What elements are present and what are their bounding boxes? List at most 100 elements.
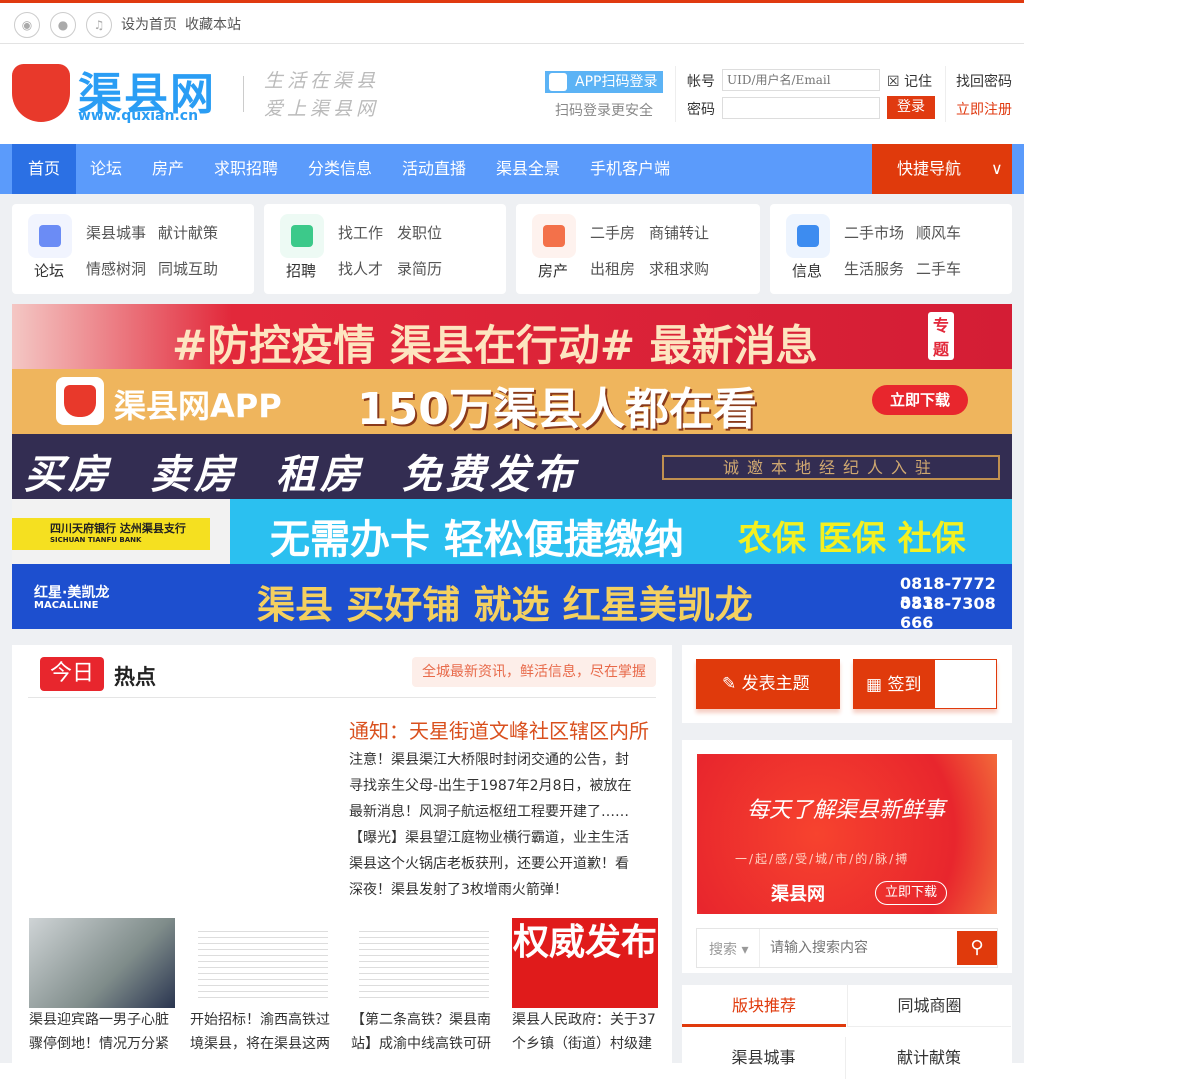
app-ad[interactable]: 每天了解渠县新鲜事 一/起/感/受/城/市/的/脉/搏 渠县网 立即下载 — [697, 754, 997, 914]
action-panel: ✎ 发表主题 ▦ 签到 — [682, 645, 1012, 723]
bank-name-en: SICHUAN TIANFU BANK — [50, 536, 142, 544]
category-icon[interactable] — [28, 214, 72, 258]
news-thumbnail[interactable] — [351, 918, 497, 1008]
bank-logo-area: 四川天府银行 达州渠县支行 SICHUAN TIANFU BANK — [12, 499, 230, 564]
search-input[interactable] — [759, 929, 955, 967]
tab-city-business[interactable]: 同城商圈 — [847, 985, 1011, 1027]
nav-mobile[interactable]: 手机客户端 — [590, 144, 670, 194]
category-icon[interactable] — [280, 214, 324, 258]
wechat-icon[interactable]: ● — [50, 12, 76, 38]
card-link[interactable]: 出租房 — [590, 258, 635, 279]
nav-jobs[interactable]: 求职招聘 — [214, 144, 278, 194]
thumbnail-caption[interactable]: 【第二条高铁？渠县南站】成渝中线高铁可研 — [351, 1008, 501, 1056]
slogan-line-1: 生活在渠县 — [264, 70, 380, 92]
nav-property[interactable]: 房产 — [152, 144, 184, 194]
download-button[interactable]: 立即下载 — [872, 385, 968, 415]
news-thumbnail[interactable] — [190, 918, 336, 1008]
nav-panorama[interactable]: 渠县全景 — [496, 144, 560, 194]
thumbnail-caption[interactable]: 开始招标！渝西高铁过境渠县，将在渠县这两 — [190, 1008, 340, 1056]
banner-app-name: 渠县网APP — [114, 387, 282, 425]
nav-classifieds[interactable]: 分类信息 — [308, 144, 372, 194]
card-label[interactable]: 房产 — [538, 260, 568, 281]
nav-home[interactable]: 首页 — [12, 144, 77, 194]
news-item[interactable]: 寻找亲生父母-出生于1987年2月8日，被放在 — [349, 773, 639, 799]
hot-tagline: 全城最新资讯，鲜活信息，尽在掌握 — [412, 657, 656, 687]
weibo-icon[interactable]: ◉ — [14, 12, 40, 38]
logo-icon[interactable] — [12, 64, 70, 122]
bookmark-link[interactable]: 收藏本站 — [185, 14, 241, 34]
quick-nav-button[interactable]: 快捷导航 ∨ — [872, 144, 1012, 194]
card-link[interactable]: 二手车 — [916, 258, 961, 279]
search-type-select[interactable]: 搜索 ▾ — [709, 939, 748, 959]
card-link[interactable]: 商铺转让 — [649, 222, 709, 243]
nav-live[interactable]: 活动直播 — [402, 144, 466, 194]
password-input[interactable] — [722, 97, 880, 119]
thumbnail-caption[interactable]: 渠县迎宾路一男子心脏骤停倒地！情况万分紧 — [29, 1008, 179, 1056]
card-link[interactable]: 顺风车 — [916, 222, 961, 243]
news-item[interactable]: 渠县这个火锅店老板获刑，还要公开道歉！看 — [349, 851, 639, 877]
banner-bank[interactable]: 四川天府银行 达州渠县支行 SICHUAN TIANFU BANK 无需办卡 轻… — [12, 499, 1012, 564]
brand-name: 红星·美凯龙 — [34, 585, 110, 601]
page: ◉ ● ♫ 设为首页 收藏本站 渠县网 www.quxian.cn 生活在渠县 … — [0, 0, 1024, 1079]
news-item[interactable]: 注意！渠县渠江大桥限时封闭交通的公告，封 — [349, 747, 639, 773]
news-thumbnail[interactable]: 权威发布 — [512, 918, 658, 1008]
checkin-button[interactable]: ▦ 签到 — [853, 659, 997, 709]
card-link[interactable]: 发职位 — [397, 222, 442, 243]
thumbnail-caption[interactable]: 渠县人民政府：关于37个乡镇（街道）村级建 — [512, 1008, 662, 1056]
find-password-link[interactable]: 找回密码 — [956, 71, 1012, 91]
card-link[interactable]: 同城互助 — [158, 258, 218, 279]
news-item[interactable]: 【曝光】渠县望江庭物业横行霸道，业主生活 — [349, 825, 639, 851]
account-input[interactable] — [722, 69, 880, 91]
service-icon[interactable]: ♫ — [86, 12, 112, 38]
card-label[interactable]: 招聘 — [286, 260, 316, 281]
card-link[interactable]: 二手房 — [590, 222, 635, 243]
app-scan-login-button[interactable]: APP扫码登录 — [545, 71, 663, 93]
divider — [945, 66, 946, 122]
card-link[interactable]: 录简历 — [397, 258, 442, 279]
ad-logo: 渠县网 — [771, 884, 825, 905]
post-topic-button[interactable]: ✎ 发表主题 — [696, 659, 840, 709]
ad-title: 每天了解渠县新鲜事 — [747, 798, 946, 823]
news-item[interactable]: 深夜！渠县发射了3枚增雨火箭弹！ — [349, 877, 639, 903]
recommend-item[interactable]: 献计献策 — [847, 1037, 1011, 1079]
banner-house[interactable]: 买房 卖房 租房 免费发布 诚邀本地经纪人入驻 — [12, 434, 1012, 499]
card-link[interactable]: 生活服务 — [844, 258, 904, 279]
headline-link[interactable]: 通知：天星街道文峰社区辖区内所 — [349, 715, 649, 744]
ad-download-button[interactable]: 立即下载 — [875, 881, 947, 905]
category-icon[interactable] — [786, 214, 830, 258]
search-type-label: 搜索 — [709, 942, 737, 958]
quick-card: 论坛 渠县城事 献计献策 情感树洞 同城互助 — [12, 204, 254, 294]
card-link[interactable]: 找工作 — [338, 222, 383, 243]
banner-epidemic[interactable]: #防控疫情 渠县在行动# 最新消息 专题 — [12, 304, 1012, 369]
password-label: 密码 — [687, 102, 715, 118]
search-button[interactable]: ⚲ — [957, 931, 997, 965]
register-link[interactable]: 立即注册 — [956, 99, 1012, 119]
tab-section-recommend[interactable]: 版块推荐 — [682, 985, 846, 1027]
card-label[interactable]: 论坛 — [34, 260, 64, 281]
card-link[interactable]: 献计献策 — [158, 222, 218, 243]
card-label[interactable]: 信息 — [792, 260, 822, 281]
card-link[interactable]: 求租求购 — [649, 258, 709, 279]
card-link[interactable]: 找人才 — [338, 258, 383, 279]
banner-text: 150万渠县人都在看 — [357, 384, 757, 434]
remember-checkbox[interactable]: ☒ 记住 — [887, 71, 932, 91]
nav-forum[interactable]: 论坛 — [90, 144, 122, 194]
banner-macalline[interactable]: 红星·美凯龙 MACALLINE 渠县 买好铺 就选 红星美凯龙 0818-77… — [12, 564, 1012, 629]
set-homepage-link[interactable]: 设为首页 — [121, 14, 177, 34]
news-item[interactable]: 最新消息！风洞子航运枢纽工程要开建了…… — [349, 799, 639, 825]
checkin-label: 签到 — [887, 675, 922, 695]
card-link[interactable]: 情感树洞 — [86, 258, 146, 279]
brand-name-en: MACALLINE — [34, 600, 99, 611]
search-icon: ⚲ — [970, 937, 984, 958]
thumb-image-text: 权威发布 — [512, 918, 658, 1008]
category-icon[interactable] — [532, 214, 576, 258]
news-thumbnail[interactable] — [29, 918, 175, 1008]
header: 渠县网 www.quxian.cn 生活在渠县 爱上渠县网 APP扫码登录 扫码… — [0, 44, 1024, 144]
card-link[interactable]: 二手市场 — [844, 222, 904, 243]
banner-app[interactable]: 渠县网APP 150万渠县人都在看 立即下载 — [12, 369, 1012, 434]
quick-card: 信息 二手市场 顺风车 生活服务 二手车 — [770, 204, 1012, 294]
card-link[interactable]: 渠县城事 — [86, 222, 146, 243]
recommend-item[interactable]: 渠县城事 — [682, 1037, 846, 1079]
login-button[interactable]: 登录 — [887, 96, 935, 119]
search-box: 搜索 ▾ ⚲ — [696, 928, 998, 968]
